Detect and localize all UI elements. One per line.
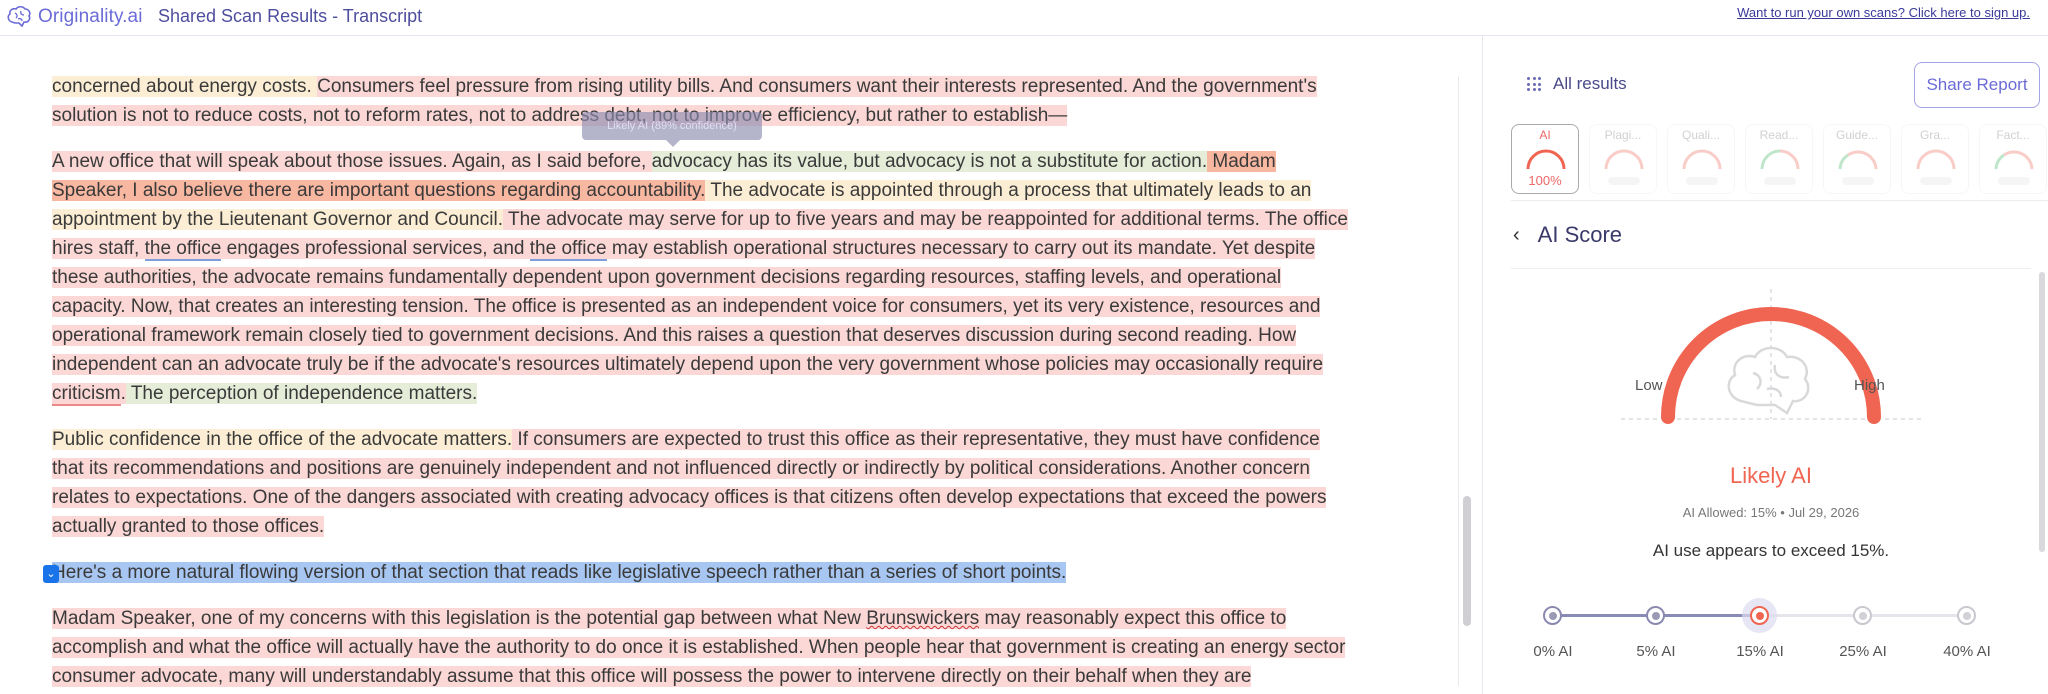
selection-handle-icon[interactable]: ⌄ bbox=[43, 565, 59, 583]
mini-gauge-icon bbox=[1994, 150, 2034, 170]
tab-label: Quali... bbox=[1681, 128, 1720, 142]
tab-value: 100% bbox=[1528, 173, 1562, 188]
result-tabs: AI 100% Plagi... Quali... Read... Guide.… bbox=[1511, 124, 2047, 194]
stop-label: 40% AI bbox=[1943, 643, 1991, 660]
tab-label: Fact... bbox=[1996, 128, 2030, 142]
tab-label: Guide... bbox=[1835, 128, 1879, 142]
selected-text[interactable]: Here's a more natural flowing version of… bbox=[52, 562, 1067, 583]
text-segment[interactable]: advocacy has its value, but advocacy is … bbox=[651, 151, 1208, 172]
brain-icon bbox=[7, 5, 31, 28]
tab-label: AI bbox=[1539, 128, 1551, 142]
document-scroll-track bbox=[1458, 76, 1459, 686]
slider-stop[interactable] bbox=[1853, 606, 1872, 625]
summary-text: AI use appears to exceed 15%. bbox=[1652, 541, 1890, 560]
panel-scrollbar[interactable] bbox=[2039, 272, 2045, 552]
results-panel: All results Share Report AI 100% Plagi..… bbox=[1482, 36, 2048, 694]
gauge-low-label: Low bbox=[1635, 377, 1663, 394]
tab-label: Plagi... bbox=[1604, 128, 1642, 142]
all-results-link[interactable]: All results bbox=[1527, 74, 1627, 94]
share-report-button[interactable]: Share Report bbox=[1914, 62, 2040, 108]
tooltip-arrow bbox=[666, 140, 680, 147]
mini-gauge-icon bbox=[1526, 149, 1566, 170]
tab-value-placeholder bbox=[1764, 177, 1796, 185]
slider-stop-selected[interactable] bbox=[1750, 606, 1769, 625]
ai-score-title: AI Score bbox=[1537, 222, 1623, 247]
mini-gauge-icon bbox=[1916, 149, 1956, 170]
slider-stop[interactable] bbox=[1646, 606, 1665, 625]
tab-guidelines[interactable]: Guide... bbox=[1823, 124, 1891, 194]
tab-value-placeholder bbox=[1998, 177, 2030, 185]
stop-label: 5% AI bbox=[1636, 643, 1676, 660]
tab-plagiarism[interactable]: Plagi... bbox=[1589, 124, 1657, 194]
tab-grammar[interactable]: Gra... bbox=[1901, 124, 1969, 194]
divider bbox=[1511, 200, 2048, 201]
spellcheck-word[interactable]: Brunswickers bbox=[866, 608, 980, 629]
paragraph: A new office that will speak about those… bbox=[52, 147, 1352, 408]
verdict-label: Likely AI bbox=[1730, 463, 1812, 488]
confidence-tooltip: Likely AI (89% confidence) bbox=[582, 112, 762, 140]
stop-label: 0% AI bbox=[1533, 643, 1573, 660]
tab-quality[interactable]: Quali... bbox=[1667, 124, 1735, 194]
mini-gauge-icon bbox=[1838, 150, 1878, 170]
text-segment[interactable]: A new office that will speak about those… bbox=[52, 151, 652, 172]
tab-readability[interactable]: Read... bbox=[1745, 124, 1813, 194]
tab-label: Read... bbox=[1759, 128, 1799, 142]
flagged-phrase[interactable]: the office bbox=[529, 238, 607, 261]
text-segment[interactable]: Public confidence in the office of the a… bbox=[52, 429, 513, 450]
tab-value-placeholder bbox=[1920, 177, 1952, 185]
text-segment[interactable]: concerned about energy costs. bbox=[52, 76, 318, 97]
tab-ai[interactable]: AI 100% bbox=[1511, 124, 1579, 194]
all-results-label: All results bbox=[1553, 74, 1627, 93]
text-segment[interactable]: Madam Speaker, one of my concerns with t… bbox=[52, 608, 867, 629]
mini-gauge-icon bbox=[1682, 149, 1722, 170]
stop-label: 15% AI bbox=[1736, 643, 1784, 660]
document-text: concerned about energy costs. Consumers … bbox=[52, 72, 1352, 694]
brand-name: Originality.ai bbox=[38, 6, 143, 27]
paragraph: Madam Speaker, one of my concerns with t… bbox=[52, 604, 1352, 691]
text-segment[interactable]: The perception of independence matters. bbox=[125, 383, 478, 404]
page-title: Shared Scan Results - Transcript bbox=[158, 6, 423, 26]
threshold-slider[interactable]: 0% AI 5% AI 15% AI 25% AI 40% AI bbox=[1511, 589, 2031, 669]
gauge-high-label: High bbox=[1854, 377, 1885, 394]
ai-score-header: ‹ AI Score bbox=[1513, 222, 1622, 248]
mini-gauge-icon bbox=[1604, 149, 1644, 170]
paragraph: Here's a more natural flowing version of… bbox=[52, 558, 1352, 587]
flagged-phrase[interactable]: the office bbox=[144, 238, 222, 261]
signup-link[interactable]: Want to run your own scans? Click here t… bbox=[1737, 5, 2030, 20]
mini-gauge-icon bbox=[1760, 149, 1800, 170]
document-scrollbar[interactable] bbox=[1463, 496, 1471, 626]
text-segment[interactable]: engages professional services, and bbox=[221, 238, 530, 259]
flagged-phrase[interactable]: criticism bbox=[52, 383, 121, 406]
ai-score-card: Low High Likely AI AI Allowed: 15% • Jul… bbox=[1511, 268, 2031, 694]
document-viewer: concerned about energy costs. Consumers … bbox=[0, 36, 1480, 694]
tab-value-placeholder bbox=[1842, 177, 1874, 185]
slider-stop[interactable] bbox=[1543, 606, 1562, 625]
tab-fact-check[interactable]: Fact... bbox=[1979, 124, 2047, 194]
tab-value-placeholder bbox=[1608, 177, 1640, 185]
paragraph: Public confidence in the office of the a… bbox=[52, 425, 1352, 541]
tab-value-placeholder bbox=[1686, 177, 1718, 185]
tab-label: Gra... bbox=[1919, 128, 1950, 142]
stop-label: 25% AI bbox=[1839, 643, 1887, 660]
brain-watermark-icon bbox=[1727, 346, 1810, 415]
slider-stop[interactable] bbox=[1957, 606, 1976, 625]
grid-icon bbox=[1527, 77, 1541, 91]
top-bar: Originality.ai Shared Scan Results - Tra… bbox=[0, 0, 2048, 36]
brand-logo[interactable]: Originality.ai bbox=[6, 5, 143, 29]
back-chevron-icon[interactable]: ‹ bbox=[1513, 224, 1520, 247]
allowed-threshold-text: AI Allowed: 15% • Jul 29, 2026 bbox=[1682, 505, 1860, 520]
